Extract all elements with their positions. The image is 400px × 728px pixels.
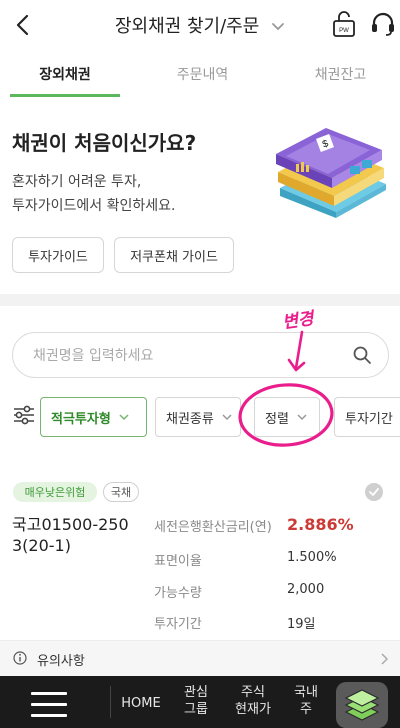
- intro-description: 혼자하기 어려운 투자, 투자가이드에서 확인하세요.: [12, 170, 262, 218]
- filter-bond-type[interactable]: 채권종류: [155, 397, 241, 437]
- nav-domestic[interactable]: 국내 주: [288, 684, 324, 718]
- books-illustration: $: [276, 128, 386, 218]
- nav-stock-price-line2: 현재가: [235, 702, 271, 717]
- menu-line-icon: [31, 692, 67, 695]
- annotation-circle: [238, 383, 334, 447]
- annotation-label: 변경: [281, 308, 315, 334]
- filter-investor-type-label: 적극투자형: [51, 411, 111, 427]
- customer-support-button[interactable]: [370, 11, 396, 37]
- filter-settings-icon[interactable]: [13, 404, 35, 426]
- nav-divider: [110, 686, 111, 718]
- chevron-right-icon: [381, 653, 389, 665]
- search-icon[interactable]: [352, 345, 372, 365]
- bond-name-line2: 3(20-1): [12, 536, 71, 555]
- intro-desc-line2: 투자가이드에서 확인하세요.: [12, 198, 176, 214]
- chevron-down-icon: [272, 23, 284, 31]
- notice-bar[interactable]: 유의사항: [0, 640, 400, 676]
- bond-name-line1: 국고01500-250: [12, 515, 129, 534]
- menu-button[interactable]: [28, 690, 70, 720]
- tab-order-history[interactable]: 주문내역: [145, 52, 260, 96]
- notice-label: 유의사항: [37, 654, 85, 669]
- nav-stock-price-line1: 주식: [241, 685, 265, 700]
- lock-icon: PW: [333, 11, 355, 37]
- filter-investor-type[interactable]: 적극투자형: [40, 397, 147, 437]
- tab-otc-bonds[interactable]: 장외채권: [10, 52, 120, 96]
- filter-bond-type-label: 채권종류: [166, 411, 214, 427]
- filter-investment-period-label: 투자기간: [345, 411, 393, 427]
- low-coupon-guide-button[interactable]: 저쿠폰채 가이드: [114, 237, 234, 273]
- tab-bond-balance[interactable]: 채권잔고: [283, 52, 398, 96]
- intro-title: 채권이 처음이신가요?: [12, 131, 197, 155]
- nav-domestic-line1: 국내: [294, 685, 318, 700]
- intro-desc-line1: 혼자하기 어려운 투자,: [12, 174, 142, 190]
- page-title: 장외채권 찾기/주문: [115, 16, 260, 37]
- nav-watchlist-group[interactable]: 관심 그룹: [176, 684, 216, 718]
- chevron-down-icon: [119, 413, 129, 420]
- coupon-rate-value: 1.500%: [287, 550, 337, 565]
- investment-period-label: 투자기간: [154, 617, 202, 632]
- coupon-rate-label: 표면이율: [154, 554, 202, 569]
- active-tab-indicator: [10, 94, 120, 97]
- nav-watchlist-line1: 관심: [184, 685, 208, 700]
- bond-type-badge: 국채: [103, 482, 139, 502]
- menu-line-icon: [31, 714, 67, 717]
- nav-home[interactable]: HOME: [117, 695, 165, 712]
- layers-button[interactable]: [336, 682, 388, 728]
- chevron-down-icon: [222, 413, 232, 420]
- menu-line-icon: [31, 703, 67, 706]
- annotation-arrow-icon: [287, 330, 306, 372]
- nav-home-label: HOME: [121, 696, 161, 711]
- risk-level-badge: 매우낮은위험: [13, 482, 97, 502]
- headset-icon: [372, 12, 394, 36]
- info-icon: [13, 651, 27, 665]
- password-lock-button[interactable]: PW: [332, 10, 356, 38]
- section-divider: [0, 294, 400, 306]
- check-circle-icon[interactable]: [364, 482, 384, 502]
- layers-icon: [344, 689, 380, 721]
- investment-period-value: 19일: [287, 617, 316, 632]
- nav-domestic-line2: 주: [300, 702, 312, 717]
- available-quantity-label: 가능수량: [154, 586, 202, 601]
- search-placeholder: 채권명을 입력하세요: [33, 348, 154, 364]
- bond-search-input[interactable]: 채권명을 입력하세요: [12, 332, 389, 378]
- investment-guide-button[interactable]: 투자가이드: [12, 237, 104, 273]
- nav-stock-price[interactable]: 주식 현재가: [228, 684, 278, 718]
- bond-name[interactable]: 국고01500-250 3(20-1): [12, 514, 142, 556]
- pre-tax-rate-label: 세전은행환산금리(연): [154, 520, 272, 535]
- tab-bar: 장외채권 주문내역 채권잔고: [0, 52, 400, 98]
- app-header: 장외채권 찾기/주문 PW: [0, 0, 400, 50]
- nav-watchlist-line2: 그룹: [184, 702, 208, 717]
- lock-label: PW: [339, 28, 349, 34]
- available-quantity-value: 2,000: [287, 582, 325, 597]
- filter-investment-period[interactable]: 투자기간: [334, 397, 400, 437]
- pre-tax-rate-value: 2.886%: [287, 515, 354, 534]
